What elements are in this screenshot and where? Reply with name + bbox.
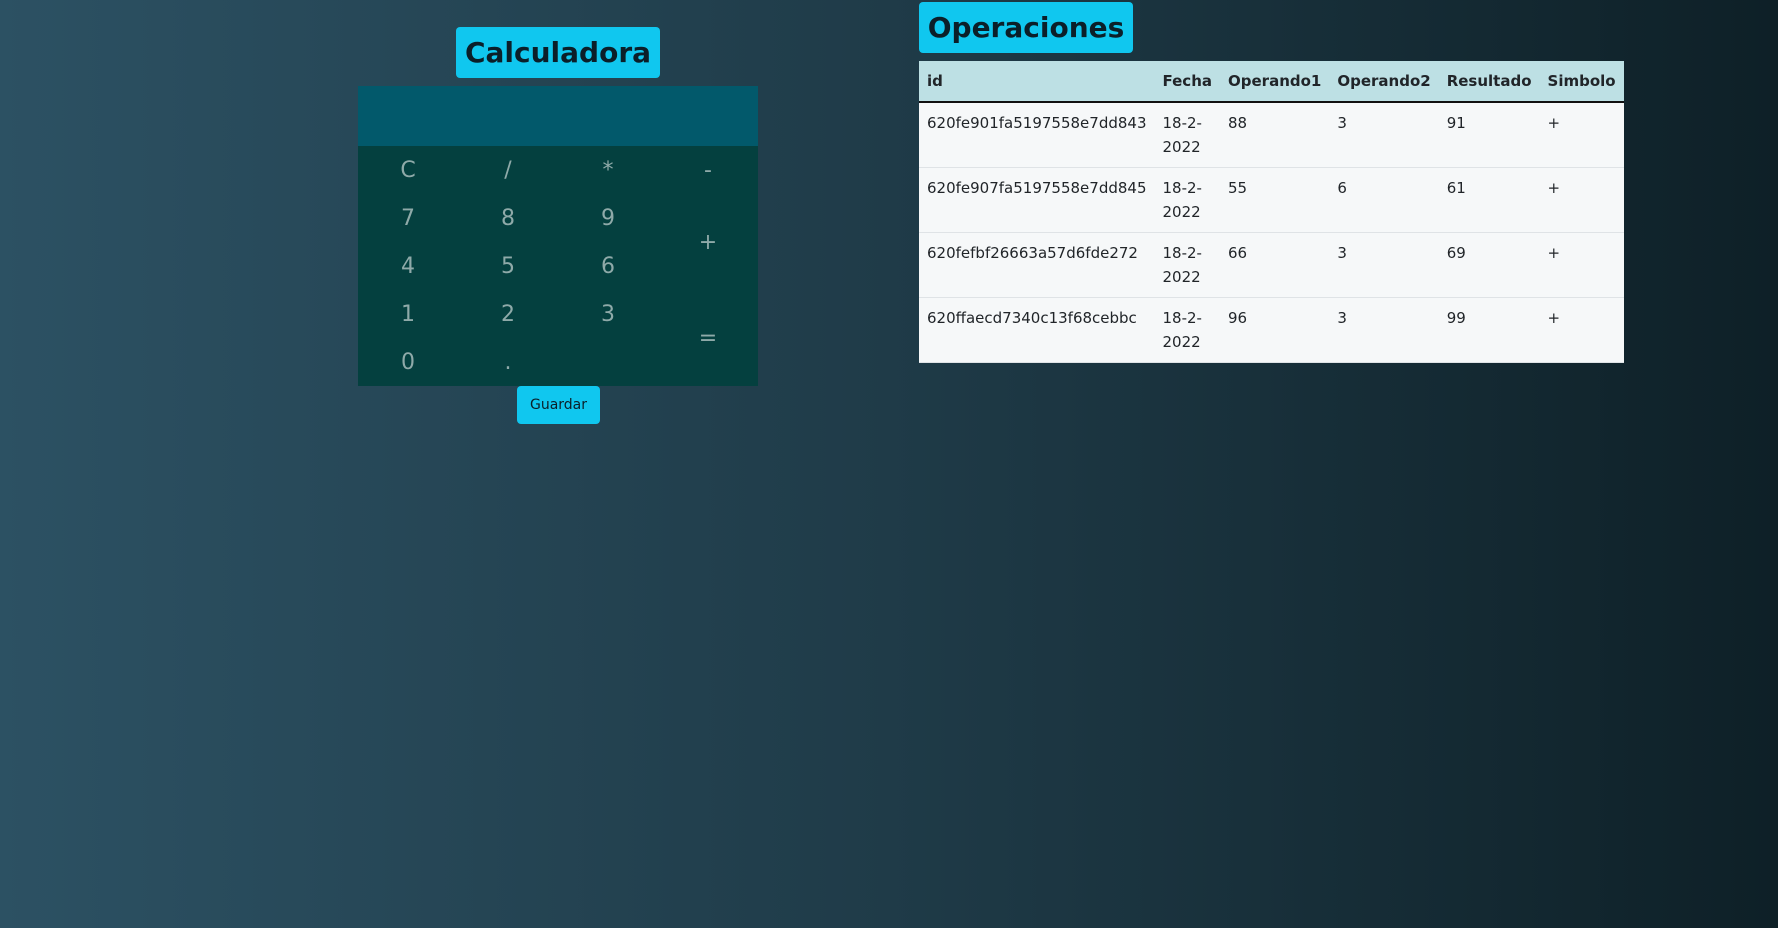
- key-4[interactable]: 4: [358, 242, 458, 290]
- cell-operando2: 3: [1329, 232, 1439, 298]
- column-header-operando2: Operando2: [1329, 61, 1439, 103]
- cell-fecha: 18-2-2022: [1154, 232, 1221, 298]
- column-header-resultado: Resultado: [1438, 61, 1540, 103]
- cell-operando1: 96: [1220, 297, 1330, 363]
- calculator-display: [358, 86, 758, 146]
- table-row: 620fe907fa5197558e7dd845 18-2-2022 55 6 …: [919, 167, 1624, 233]
- key-6[interactable]: 6: [558, 242, 658, 290]
- key-minus[interactable]: -: [658, 146, 758, 194]
- calculator-title: Calculadora: [456, 27, 660, 78]
- table-row: 620fefbf26663a57d6fde272 18-2-2022 66 3 …: [919, 232, 1624, 298]
- table-header-row: id Fecha Operando1 Operando2 Resultado S…: [919, 61, 1624, 103]
- cell-resultado: 61: [1438, 167, 1540, 233]
- cell-id: 620ffaecd7340c13f68cebbc: [919, 297, 1155, 363]
- cell-fecha: 18-2-2022: [1154, 102, 1221, 168]
- cell-fecha: 18-2-2022: [1154, 297, 1221, 363]
- cell-operando2: 3: [1329, 297, 1439, 363]
- cell-resultado: 99: [1438, 297, 1540, 363]
- key-1[interactable]: 1: [358, 290, 458, 338]
- cell-operando2: 3: [1329, 102, 1439, 168]
- cell-id: 620fefbf26663a57d6fde272: [919, 232, 1155, 298]
- cell-id: 620fe907fa5197558e7dd845: [919, 167, 1155, 233]
- key-8[interactable]: 8: [458, 194, 558, 242]
- calculator: C / * - 7 8 9 + 4 5 6 1 2 3 = 0 .: [358, 86, 758, 386]
- key-plus[interactable]: +: [658, 194, 758, 290]
- key-2[interactable]: 2: [458, 290, 558, 338]
- key-clear[interactable]: C: [358, 146, 458, 194]
- cell-resultado: 69: [1438, 232, 1540, 298]
- operations-table: id Fecha Operando1 Operando2 Resultado S…: [919, 61, 1624, 363]
- cell-operando1: 66: [1220, 232, 1330, 298]
- key-0[interactable]: 0: [358, 338, 458, 386]
- column-header-fecha: Fecha: [1154, 61, 1221, 103]
- cell-simbolo: +: [1539, 232, 1624, 298]
- cell-resultado: 91: [1438, 102, 1540, 168]
- key-9[interactable]: 9: [558, 194, 658, 242]
- cell-simbolo: +: [1539, 167, 1624, 233]
- operations-title: Operaciones: [919, 2, 1133, 53]
- table-row: 620fe901fa5197558e7dd843 18-2-2022 88 3 …: [919, 102, 1624, 168]
- cell-simbolo: +: [1539, 102, 1624, 168]
- column-header-id: id: [919, 61, 1155, 103]
- cell-id: 620fe901fa5197558e7dd843: [919, 102, 1155, 168]
- key-dot[interactable]: .: [458, 338, 558, 386]
- cell-operando1: 88: [1220, 102, 1330, 168]
- cell-simbolo: +: [1539, 297, 1624, 363]
- key-divide[interactable]: /: [458, 146, 558, 194]
- save-button[interactable]: Guardar: [517, 386, 600, 424]
- cell-operando1: 55: [1220, 167, 1330, 233]
- column-header-simbolo: Simbolo: [1539, 61, 1624, 103]
- key-7[interactable]: 7: [358, 194, 458, 242]
- column-header-operando1: Operando1: [1220, 61, 1330, 103]
- key-equals[interactable]: =: [658, 290, 758, 386]
- key-3[interactable]: 3: [558, 290, 658, 338]
- key-multiply[interactable]: *: [558, 146, 658, 194]
- table-row: 620ffaecd7340c13f68cebbc 18-2-2022 96 3 …: [919, 297, 1624, 363]
- key-5[interactable]: 5: [458, 242, 558, 290]
- cell-operando2: 6: [1329, 167, 1439, 233]
- cell-fecha: 18-2-2022: [1154, 167, 1221, 233]
